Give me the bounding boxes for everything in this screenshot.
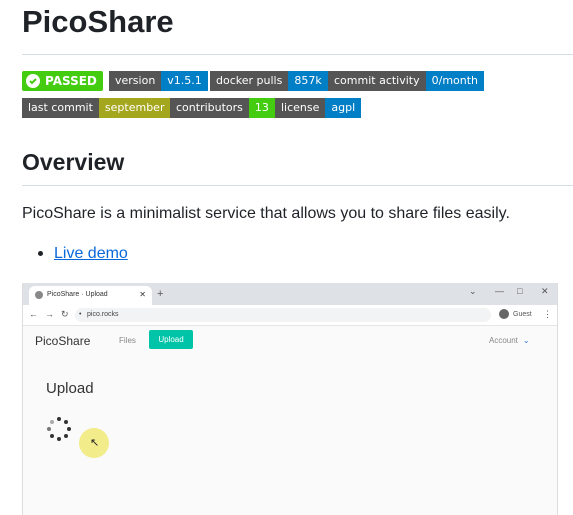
- license-badge[interactable]: license agpl: [275, 98, 362, 118]
- address-bar-row: ← → ↻ • pico.rocks Guest ⋮: [23, 305, 557, 326]
- commit-activity-badge[interactable]: commit activity 0/month: [328, 71, 485, 91]
- live-demo-link[interactable]: Live demo: [54, 245, 128, 263]
- plus-icon[interactable]: +: [157, 288, 163, 300]
- forward-icon[interactable]: →: [45, 309, 54, 319]
- badge-value: agpl: [325, 98, 362, 118]
- title-divider: [22, 54, 573, 55]
- url-text: pico.rocks: [87, 311, 119, 318]
- chevron-down-icon[interactable]: ⌄: [469, 286, 477, 297]
- badge-value: 857k: [288, 71, 328, 91]
- contributors-badge[interactable]: contributors 13: [170, 98, 275, 118]
- profile-button[interactable]: Guest: [499, 309, 532, 319]
- back-icon[interactable]: ←: [29, 309, 38, 319]
- overview-divider: [22, 185, 573, 186]
- profile-icon: [499, 309, 509, 319]
- badge-value: 13: [248, 98, 275, 118]
- badge-value: september: [98, 98, 171, 118]
- badge-label: docker pulls: [210, 71, 289, 91]
- account-menu[interactable]: Account ⌄: [489, 336, 530, 345]
- check-icon: [26, 74, 40, 88]
- kebab-icon[interactable]: ⋮: [543, 309, 552, 320]
- nav-upload-button[interactable]: Upload: [149, 330, 193, 349]
- badge-label: license: [275, 98, 326, 118]
- overview-heading: Overview: [22, 149, 125, 175]
- badge-label: commit activity: [328, 71, 426, 91]
- tab-title: PicoShare · Upload: [47, 291, 108, 298]
- picoshare-app: PicoShare Files Upload Account ⌄ Upload ↖: [23, 326, 557, 515]
- badge-label: contributors: [170, 98, 249, 118]
- cursor-icon: ↖: [90, 437, 100, 449]
- url-field[interactable]: • pico.rocks: [75, 308, 491, 322]
- chevron-down-icon: ⌄: [522, 336, 530, 345]
- page-title: PicoShare: [22, 4, 174, 39]
- badge-label: last commit: [22, 98, 99, 118]
- app-brand[interactable]: PicoShare: [35, 334, 90, 348]
- account-label: Account: [489, 336, 518, 345]
- list-bullet: [38, 251, 43, 256]
- description-text: PicoShare is a minimalist service that a…: [22, 205, 510, 222]
- passed-label: PASSED: [45, 74, 97, 88]
- docker-pulls-badge[interactable]: docker pulls 857k: [210, 71, 328, 91]
- browser-tab[interactable]: PicoShare · Upload ✕: [29, 286, 152, 305]
- maximize-icon[interactable]: □: [517, 286, 522, 296]
- minimize-icon[interactable]: —: [495, 286, 504, 296]
- reload-icon[interactable]: ↻: [61, 309, 69, 320]
- profile-label: Guest: [513, 310, 532, 318]
- badge-value: 0/month: [425, 71, 485, 91]
- spinner-icon: [47, 417, 71, 441]
- badge-value: v1.5.1: [161, 71, 208, 91]
- favicon-icon: [35, 291, 43, 299]
- cursor-highlight: ↖: [79, 428, 109, 458]
- browser-tab-bar: PicoShare · Upload ✕ + ⌄ — □ ✕: [23, 283, 557, 305]
- upload-heading: Upload: [46, 380, 94, 397]
- version-badge[interactable]: version v1.5.1: [109, 71, 208, 91]
- close-icon[interactable]: ✕: [139, 290, 146, 299]
- badge-label: version: [109, 71, 162, 91]
- lock-icon: •: [79, 311, 82, 318]
- nav-files[interactable]: Files: [119, 336, 136, 345]
- demo-screenshot: PicoShare · Upload ✕ + ⌄ — □ ✕ ← → ↻ • p…: [22, 283, 558, 515]
- last-commit-badge[interactable]: last commit september: [22, 98, 171, 118]
- passed-badge[interactable]: PASSED: [22, 71, 103, 91]
- window-close-icon[interactable]: ✕: [541, 286, 549, 297]
